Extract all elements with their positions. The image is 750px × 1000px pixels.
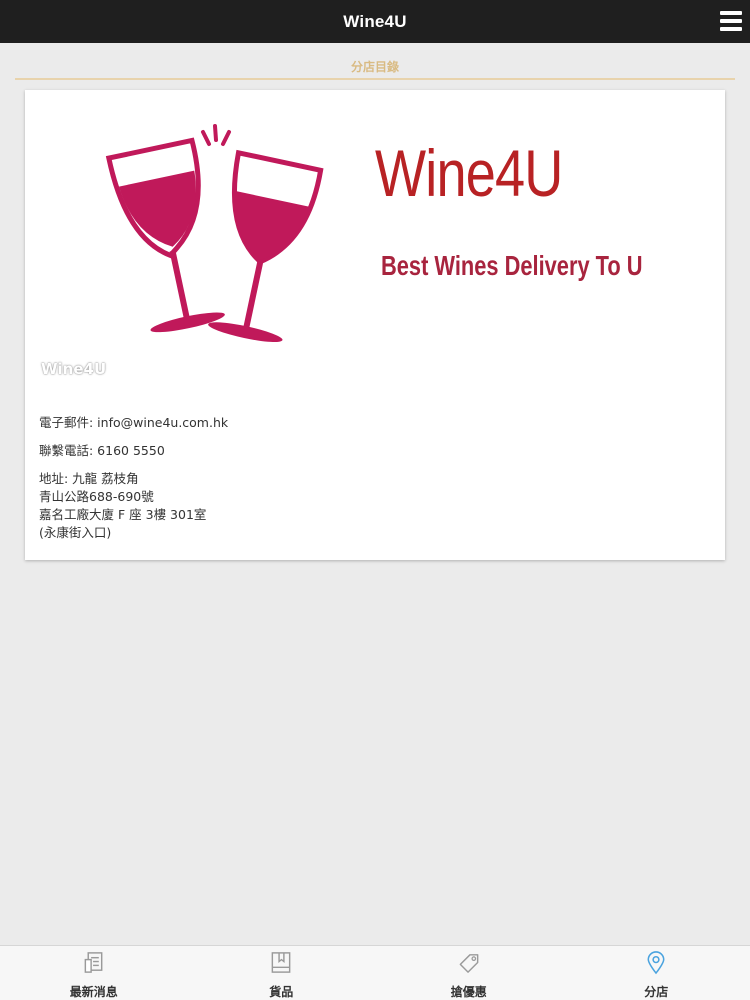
address-line: 嘉名工廠大廈 F 座 3樓 301室 xyxy=(39,507,207,522)
tab-products[interactable]: 貨品 xyxy=(188,946,376,1000)
store-phone: 聯繫電話: 6160 5550 xyxy=(39,443,165,458)
brand-tagline: Best Wines Delivery To U xyxy=(381,250,643,281)
section-header: 分店目錄 xyxy=(15,56,735,80)
news-icon xyxy=(84,952,103,973)
tab-stores[interactable]: 分店 xyxy=(563,946,750,1000)
top-bar: Wine4U xyxy=(0,0,750,43)
banner-caption: Wine4U xyxy=(41,360,107,378)
tab-label: 貨品 xyxy=(269,985,294,999)
store-banner: Wine4U Best Wines Delivery To U Wine4U xyxy=(25,90,725,390)
store-address: 地址: 九龍 荔枝角 青山公路688-690號 嘉名工廠大廈 F 座 3樓 30… xyxy=(39,470,699,542)
clinking-wine-glasses-icon xyxy=(105,124,324,342)
store-info: 電子郵件: info@wine4u.com.hk 聯繫電話: 6160 5550… xyxy=(39,414,699,552)
tab-label: 搶優惠 xyxy=(450,985,487,999)
book-icon xyxy=(271,952,291,973)
store-email: 電子郵件: info@wine4u.com.hk xyxy=(39,415,229,430)
address-line: 青山公路688-690號 xyxy=(39,489,154,504)
tab-label: 最新消息 xyxy=(69,985,118,999)
tag-icon xyxy=(459,954,479,973)
tab-offers[interactable]: 搶優惠 xyxy=(375,946,563,1000)
location-pin-icon xyxy=(647,951,665,975)
address-line: (永康街入口) xyxy=(39,525,112,540)
app-title: Wine4U xyxy=(343,11,407,31)
store-card[interactable]: Wine4U Best Wines Delivery To U Wine4U 電… xyxy=(25,90,725,560)
bottom-tab-bar: 最新消息 貨品 搶優惠 分店 xyxy=(0,945,750,1000)
hamburger-menu-icon[interactable] xyxy=(720,11,742,31)
tab-news[interactable]: 最新消息 xyxy=(0,946,188,1000)
brand-name: Wine4U xyxy=(375,136,563,210)
address-line: 地址: 九龍 荔枝角 xyxy=(39,471,139,486)
section-title: 分店目錄 xyxy=(350,60,399,74)
tab-label: 分店 xyxy=(644,985,669,999)
